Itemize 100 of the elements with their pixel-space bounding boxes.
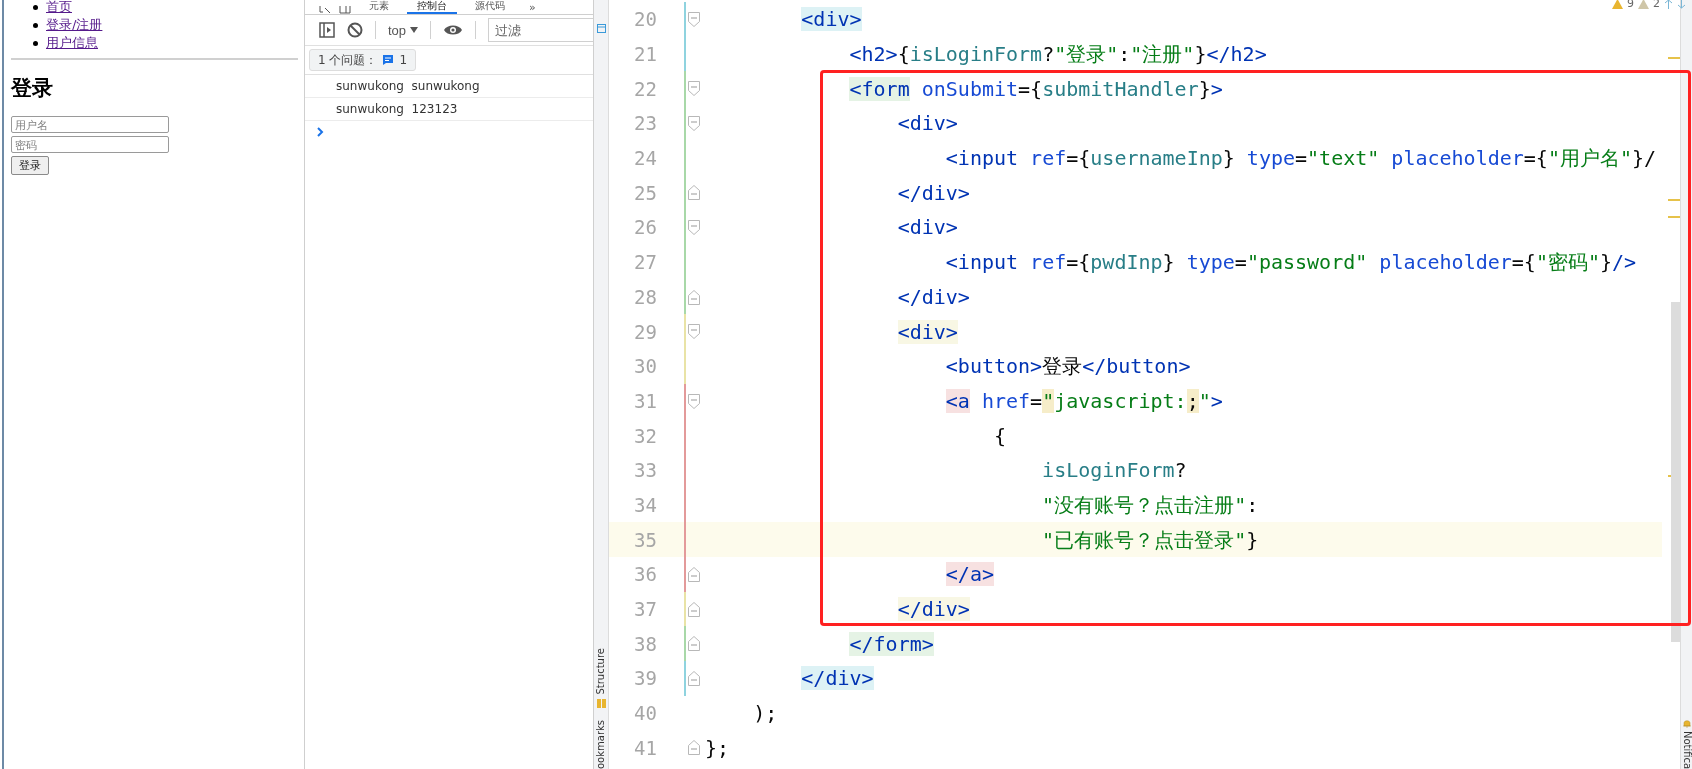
sidebar-icon[interactable] bbox=[319, 22, 335, 38]
change-marker[interactable] bbox=[684, 626, 686, 662]
line-number: 36 bbox=[633, 563, 658, 586]
message-icon bbox=[382, 54, 395, 66]
context-dropdown[interactable]: top bbox=[388, 22, 419, 38]
change-marker[interactable] bbox=[684, 210, 686, 245]
code-line: <h2>{isLoginForm?"登录":"注册"}</h2> bbox=[849, 41, 1267, 68]
fold-icon[interactable] bbox=[688, 81, 700, 97]
caret-icon bbox=[410, 27, 419, 33]
code-line: <div> bbox=[897, 110, 958, 137]
warning-mark[interactable] bbox=[1668, 57, 1680, 59]
tool-window-tab[interactable]: Structure bbox=[595, 648, 607, 695]
change-marker[interactable] bbox=[684, 487, 686, 523]
more-tabs[interactable]: » bbox=[529, 2, 536, 14]
line-number: 21 bbox=[633, 43, 658, 66]
warning-mark[interactable] bbox=[1668, 216, 1680, 218]
tool-window-tab[interactable]: ookmarks bbox=[595, 720, 607, 769]
line-number: 26 bbox=[633, 216, 658, 239]
line-number: 22 bbox=[633, 77, 658, 100]
warning-icon bbox=[1638, 0, 1649, 9]
change-marker[interactable] bbox=[684, 557, 686, 592]
input-field[interactable]: 用户名 bbox=[11, 116, 169, 133]
console-message: sunwukong 123123 bbox=[305, 98, 593, 121]
devtools-tab[interactable]: 控制台 bbox=[407, 0, 457, 14]
scrollbar-thumb[interactable] bbox=[1671, 302, 1680, 642]
page-heading: 登录 bbox=[11, 75, 54, 102]
up-arrow-icon[interactable] bbox=[1664, 0, 1673, 9]
project-icon[interactable] bbox=[596, 24, 606, 33]
line-number: 35 bbox=[633, 528, 658, 551]
change-marker[interactable] bbox=[684, 418, 686, 453]
code-line: { bbox=[993, 422, 1006, 449]
fold-icon[interactable] bbox=[688, 116, 700, 132]
code-line: <input ref={usernameInp} type="text" placeholder={"用户名"}/ bbox=[945, 145, 1657, 172]
device-icon[interactable] bbox=[339, 6, 351, 14]
devtools-tab[interactable]: 元素 bbox=[359, 0, 399, 14]
change-marker[interactable] bbox=[684, 522, 686, 557]
fold-icon[interactable] bbox=[688, 567, 700, 582]
nav-link[interactable]: 登录/注册 bbox=[46, 16, 103, 34]
block-icon[interactable] bbox=[347, 22, 363, 38]
change-marker[interactable] bbox=[684, 106, 686, 141]
change-marker[interactable] bbox=[684, 140, 686, 176]
login-button[interactable]: 登录 bbox=[11, 156, 49, 175]
code-line: "没有账号？点击注册": bbox=[1042, 491, 1259, 518]
change-marker[interactable] bbox=[684, 383, 686, 419]
fold-icon[interactable] bbox=[688, 324, 700, 340]
fold-icon[interactable] bbox=[688, 12, 700, 27]
eye-icon[interactable] bbox=[443, 24, 464, 36]
line-number: 38 bbox=[633, 632, 658, 655]
line-number: 31 bbox=[633, 389, 658, 412]
code-line: </div> bbox=[897, 283, 970, 310]
change-marker[interactable] bbox=[684, 314, 686, 349]
inspect-icon[interactable] bbox=[319, 6, 331, 14]
bullet-icon bbox=[33, 22, 38, 28]
fold-icon[interactable] bbox=[688, 289, 700, 305]
change-marker[interactable] bbox=[684, 661, 686, 696]
fold-icon[interactable] bbox=[688, 393, 700, 409]
change-marker[interactable] bbox=[684, 71, 686, 107]
code-line: isLoginForm? bbox=[1042, 457, 1187, 484]
input-field[interactable]: 密码 bbox=[11, 136, 169, 153]
fold-icon[interactable] bbox=[688, 740, 700, 756]
line-number: 29 bbox=[633, 320, 658, 343]
change-marker[interactable] bbox=[684, 348, 686, 384]
code-line: <input ref={pwdInp} type="password" placeholder={"密码"}/> bbox=[945, 249, 1637, 276]
down-arrow-icon[interactable] bbox=[1677, 0, 1686, 9]
line-number: 24 bbox=[633, 147, 658, 170]
line-number: 40 bbox=[633, 702, 658, 725]
structure-icon bbox=[596, 699, 606, 708]
change-marker[interactable] bbox=[684, 2, 686, 37]
change-marker[interactable] bbox=[684, 36, 686, 72]
code-line: <form onSubmit={submitHandler}> bbox=[849, 75, 1223, 102]
fold-icon[interactable] bbox=[688, 636, 700, 652]
warning-icon bbox=[1612, 0, 1623, 9]
line-number: 33 bbox=[633, 459, 658, 482]
line-number: 20 bbox=[633, 8, 658, 31]
fold-icon[interactable] bbox=[688, 601, 700, 617]
change-marker[interactable] bbox=[684, 175, 686, 211]
fold-icon[interactable] bbox=[688, 185, 700, 201]
line-number: 39 bbox=[633, 667, 658, 690]
tool-window-tab[interactable]: Notifica bbox=[1680, 730, 1692, 769]
change-marker[interactable] bbox=[684, 244, 686, 280]
warning-mark[interactable] bbox=[1668, 199, 1680, 201]
line-number: 34 bbox=[633, 493, 658, 516]
nav-link[interactable]: 用户信息 bbox=[46, 34, 98, 52]
line-number: 37 bbox=[633, 598, 658, 621]
filter-field[interactable]: 过滤 bbox=[488, 18, 593, 42]
nav-link[interactable]: 首页 bbox=[46, 0, 72, 16]
fold-icon[interactable] bbox=[688, 220, 700, 236]
issues-button[interactable]: 1 个问题： 1 bbox=[309, 49, 417, 71]
line-number: 23 bbox=[633, 112, 658, 135]
line-number: 27 bbox=[633, 251, 658, 274]
change-marker[interactable] bbox=[684, 591, 686, 627]
bell-icon[interactable] bbox=[1682, 718, 1691, 728]
fold-icon[interactable] bbox=[688, 671, 700, 687]
bullet-icon bbox=[33, 4, 38, 10]
change-marker[interactable] bbox=[684, 452, 686, 488]
prompt-icon[interactable] bbox=[317, 127, 324, 137]
devtools-tab[interactable]: 源代码 bbox=[465, 0, 515, 14]
line-number: 41 bbox=[633, 736, 658, 759]
change-marker[interactable] bbox=[684, 279, 686, 315]
line-number: 25 bbox=[633, 181, 658, 204]
